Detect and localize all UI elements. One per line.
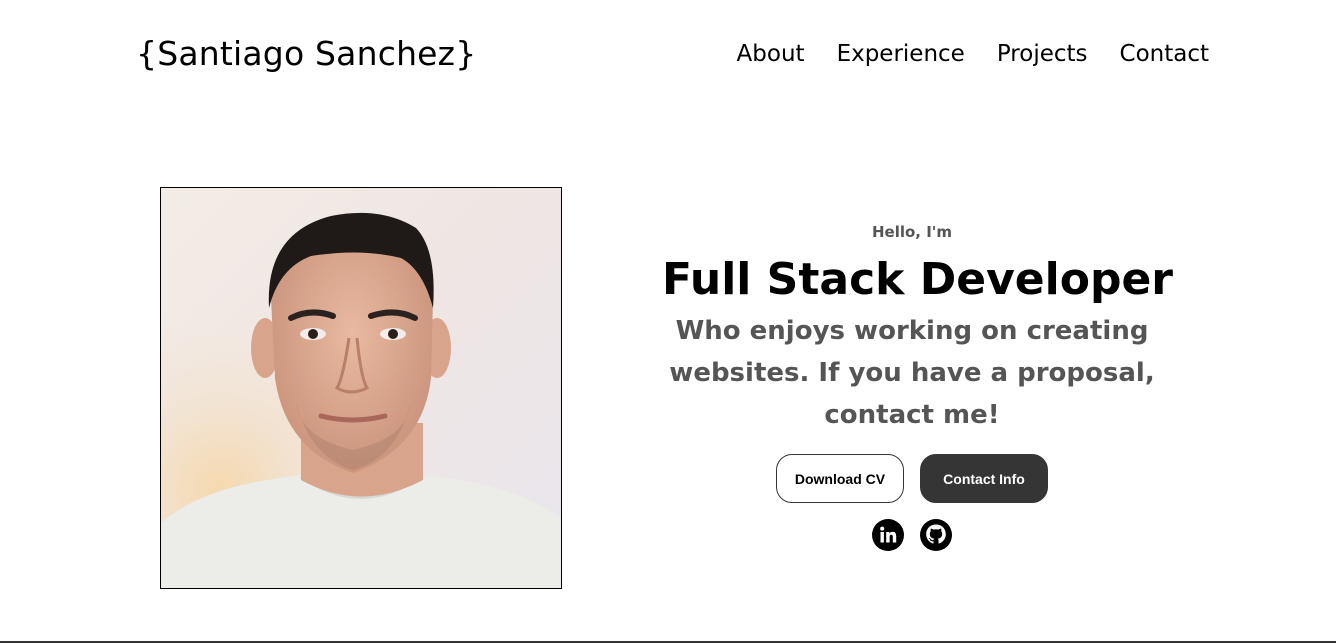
hero-title: Full Stack Developer bbox=[662, 254, 1173, 305]
hero-subtitle: Who enjoys working on creating websites.… bbox=[669, 316, 1155, 430]
download-cv-button[interactable]: Download CV bbox=[776, 454, 904, 503]
profile-portrait-illustration bbox=[161, 188, 561, 588]
social-links bbox=[662, 519, 1162, 551]
profile-photo bbox=[160, 187, 562, 589]
hero-greeting: Hello, I'm bbox=[871, 223, 953, 241]
nav-link-experience[interactable]: Experience bbox=[837, 41, 965, 67]
nav-link-contact[interactable]: Contact bbox=[1120, 41, 1209, 67]
nav-item-projects: Projects bbox=[997, 38, 1088, 70]
nav-link-projects[interactable]: Projects bbox=[997, 41, 1088, 67]
portfolio-page: {Santiago Sanchez} About Experience Proj… bbox=[0, 0, 1336, 643]
main-nav: About Experience Projects Contact bbox=[737, 38, 1209, 70]
github-icon[interactable] bbox=[920, 519, 952, 551]
hero-buttons: Download CV Contact Info bbox=[662, 454, 1162, 503]
nav-item-experience: Experience bbox=[837, 38, 965, 70]
contact-info-button[interactable]: Contact Info bbox=[920, 454, 1048, 503]
nav-item-contact: Contact bbox=[1120, 38, 1209, 70]
nav-item-about: About bbox=[737, 38, 805, 70]
nav-link-about[interactable]: About bbox=[737, 41, 805, 67]
site-logo[interactable]: {Santiago Sanchez} bbox=[136, 30, 476, 78]
linkedin-icon[interactable] bbox=[872, 519, 904, 551]
hero-section: Hello, I'm Full Stack Developer Who enjo… bbox=[662, 218, 1173, 551]
